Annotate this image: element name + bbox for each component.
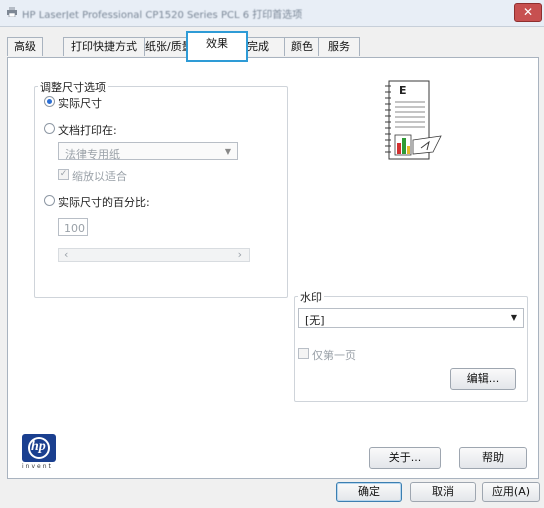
watermark-value: [无]: [305, 314, 325, 327]
cancel-button[interactable]: 取消: [410, 482, 476, 502]
preview-letter: E: [399, 84, 407, 97]
close-button[interactable]: ✕: [514, 3, 542, 22]
printer-icon: [6, 7, 18, 18]
effects-preview: E: [383, 80, 447, 162]
percent-value: 100: [64, 222, 85, 235]
resize-options-label: 调整尺寸选项: [38, 79, 108, 95]
about-button[interactable]: 关于...: [369, 447, 441, 469]
print-document-on-radio[interactable]: [44, 123, 55, 134]
edit-watermark-button[interactable]: 编辑...: [450, 368, 516, 390]
scroll-left-icon[interactable]: ‹: [64, 248, 68, 261]
hp-tagline: invent: [22, 463, 53, 470]
title-bar: HP LaserJet Professional CP1520 Series P…: [0, 0, 544, 27]
apply-button[interactable]: 应用(A): [482, 482, 540, 502]
chevron-down-icon: ▼: [224, 147, 231, 156]
percent-of-actual-radio[interactable]: [44, 195, 55, 206]
percent-of-actual-label: 实际尺寸的百分比:: [58, 196, 150, 209]
first-page-only-checkbox[interactable]: [298, 348, 309, 359]
percent-scrollbar[interactable]: ‹ ›: [58, 248, 250, 262]
tab-print-shortcuts[interactable]: 打印快捷方式: [63, 37, 145, 56]
actual-size-label: 实际尺寸: [58, 97, 102, 110]
paper-size-select[interactable]: 法律专用纸 ▼: [58, 142, 238, 161]
scale-to-fit-checkbox[interactable]: ✓: [58, 169, 69, 180]
ok-button[interactable]: 确定: [336, 482, 402, 502]
watermark-select[interactable]: [无] ▼: [298, 308, 524, 328]
window-title: HP LaserJet Professional CP1520 Series P…: [22, 10, 303, 19]
paper-size-value: 法律专用纸: [65, 148, 120, 161]
percent-input[interactable]: 100: [58, 218, 88, 236]
scroll-right-icon[interactable]: ›: [238, 248, 242, 261]
tab-services[interactable]: 服务: [318, 37, 360, 56]
tab-advanced[interactable]: 高级: [7, 37, 43, 56]
watermark-label: 水印: [298, 289, 324, 305]
tab-finishing[interactable]: 完成: [246, 37, 286, 56]
actual-size-radio[interactable]: [44, 96, 55, 107]
print-document-on-label: 文档打印在:: [58, 124, 117, 137]
tab-paper-quality[interactable]: 纸张/质量: [144, 37, 188, 56]
chevron-down-icon: ▼: [510, 313, 517, 322]
hp-logo: hp invent: [19, 434, 59, 474]
scale-to-fit-label: 缩放以适合: [72, 170, 127, 183]
first-page-only-label: 仅第一页: [312, 349, 356, 362]
resize-options-group: [34, 86, 288, 298]
hp-brand-text: hp: [31, 439, 46, 454]
tab-effects[interactable]: 效果: [186, 31, 248, 62]
help-button[interactable]: 帮助: [459, 447, 527, 469]
tab-color[interactable]: 颜色: [284, 37, 320, 56]
